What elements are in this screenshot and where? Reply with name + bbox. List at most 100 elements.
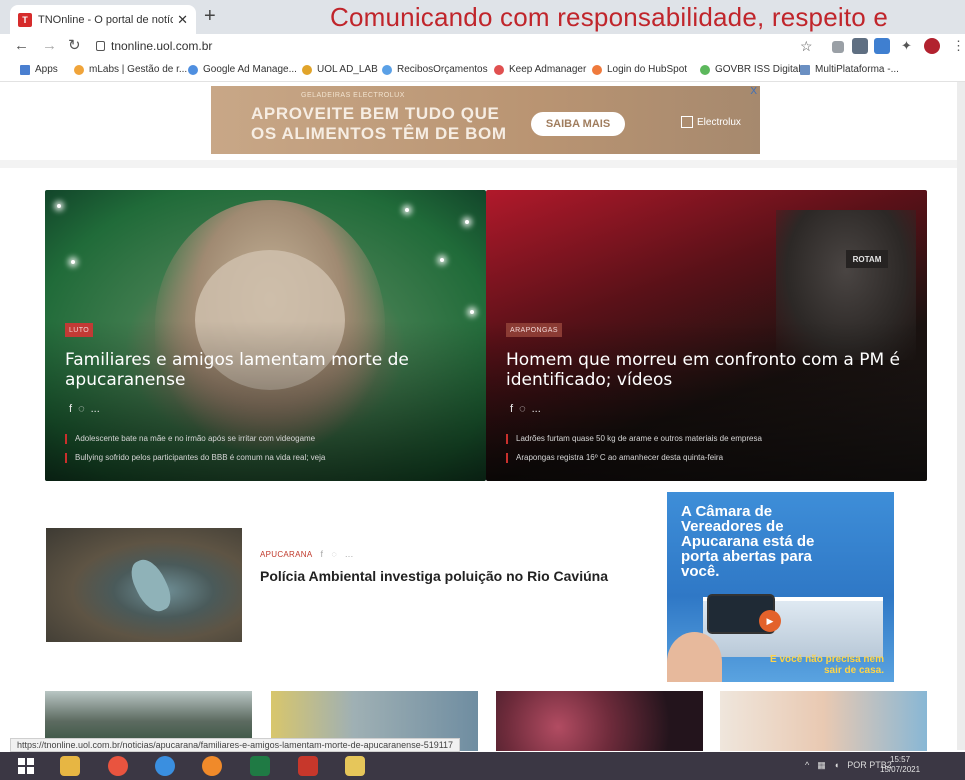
whatsapp-icon[interactable]: ◌ (78, 403, 85, 415)
polluted-water-photo (125, 554, 177, 617)
featured-card-arapongas[interactable]: ROTAM ARAPONGAS Homem que morreu em conf… (486, 190, 927, 481)
camara-ad-subtext: E você não precisa nem sair de casa. (770, 654, 884, 676)
section-divider (0, 160, 965, 168)
share-icons: f ◌ ... (510, 403, 541, 415)
bookmark-apps[interactable]: Apps (20, 64, 58, 75)
related-link[interactable]: Adolescente bate na mãe e no irmão após … (65, 434, 475, 444)
edge-icon[interactable] (155, 756, 175, 776)
url-field[interactable]: tnonline.uol.com.br (96, 39, 212, 53)
tray-up-arrow-icon[interactable]: ^ (805, 760, 809, 771)
more-share-icon[interactable]: ... (532, 403, 541, 415)
bookmark-govbr[interactable]: GOVBR ISS Digital (700, 64, 801, 75)
electrolux-logo: Electrolux (681, 116, 741, 128)
clock-date: 15/07/2021 (880, 765, 921, 774)
category-tag[interactable]: LUTO (65, 323, 94, 337)
related-link[interactable]: Bullying sofrido pelos participantes do … (65, 453, 475, 463)
folder-icon[interactable] (345, 756, 365, 776)
ad-headline-line1: APROVEITE BEM TUDO QUE (251, 104, 500, 123)
more-share-icon[interactable]: ... (91, 403, 100, 415)
story-meta: APUCARANA f ◌ ... (260, 549, 353, 559)
hubspot-icon (592, 64, 602, 75)
govbr-icon (700, 64, 710, 75)
firefox-icon[interactable] (202, 756, 222, 776)
acrobat-icon[interactable] (298, 756, 318, 776)
camara-ad-headline: A Câmara de Vereadores de Apucarana está… (681, 503, 815, 580)
category-tag[interactable]: ARAPONGAS (506, 323, 562, 337)
keep-icon (494, 64, 504, 75)
profile-avatar[interactable] (924, 38, 940, 54)
ad-small-caption: GELADEIRAS ELECTROLUX (301, 92, 405, 99)
volume-icon[interactable]: ◖ (834, 760, 839, 771)
bookmark-uol-ad-lab[interactable]: UOL AD_LAB (302, 64, 378, 75)
related-links: Adolescente bate na mãe e no irmão após … (65, 434, 475, 472)
recibos-icon (382, 64, 392, 75)
browser-tabstrip: T TNOnline - O portal de notícias ✕ + Co… (0, 0, 965, 34)
electrolux-mark-icon (681, 116, 693, 128)
bookmarks-bar: Apps mLabs | Gestão de r... Google Ad Ma… (0, 60, 965, 82)
chrome-icon[interactable] (108, 756, 128, 776)
bookmark-multiplataforma[interactable]: MultiPlataforma -... (800, 64, 899, 75)
file-explorer-icon[interactable] (60, 756, 80, 776)
network-icon[interactable]: ▦ (817, 760, 826, 771)
url-text: tnonline.uol.com.br (111, 39, 213, 53)
tab-tnonline[interactable]: T TNOnline - O portal de notícias ✕ (10, 5, 196, 34)
page-content: GELADEIRAS ELECTROLUX APROVEITE BEM TUDO… (0, 82, 965, 751)
story-category[interactable]: APUCARANA (260, 550, 313, 559)
whatsapp-icon[interactable]: ◌ (331, 549, 337, 559)
multiplataforma-icon (800, 64, 810, 75)
slogan-overlay: Comunicando com responsabilidade, respei… (330, 2, 889, 32)
ad-saiba-mais-button[interactable]: SAIBA MAIS (531, 112, 625, 136)
facebook-icon[interactable]: f (510, 403, 513, 415)
bookmark-google-ad-manager[interactable]: Google Ad Manage... (188, 64, 297, 75)
facebook-icon[interactable]: f (69, 403, 72, 415)
police-vest-label: ROTAM (846, 250, 888, 268)
facebook-icon[interactable]: f (321, 549, 324, 559)
bookmark-hubspot[interactable]: Login do HubSpot (592, 64, 687, 75)
headline[interactable]: Familiares e amigos lamentam morte de ap… (65, 350, 465, 390)
excel-icon[interactable] (250, 756, 270, 776)
camara-ad-banner[interactable]: A Câmara de Vereadores de Apucarana está… (667, 492, 894, 682)
windows-start-icon[interactable] (18, 758, 34, 774)
related-links: Ladrões furtam quase 50 kg de arame e ou… (506, 434, 916, 472)
related-link[interactable]: Ladrões furtam quase 50 kg de arame e ou… (506, 434, 916, 444)
news-thumbnail-virus[interactable] (496, 691, 703, 751)
extension-blue-icon[interactable] (874, 38, 890, 54)
mlabs-icon (74, 64, 84, 75)
electrolux-ad-banner[interactable]: GELADEIRAS ELECTROLUX APROVEITE BEM TUDO… (211, 86, 760, 154)
story-thumbnail[interactable] (46, 528, 242, 642)
headline[interactable]: Homem que morreu em confronto com a PM é… (506, 350, 906, 390)
back-arrow-icon[interactable]: ← (14, 37, 29, 55)
news-thumbnail-vaccine[interactable] (720, 691, 927, 751)
tnonline-favicon-icon: T (18, 12, 32, 27)
system-tray[interactable]: ^ ▦ ◖ POR PTB2 (805, 760, 892, 771)
bookmark-star-icon[interactable]: ☆ (800, 37, 813, 55)
reload-icon[interactable]: ↻ (68, 37, 81, 55)
sparkle-icon (405, 208, 409, 212)
close-tab-icon[interactable]: ✕ (177, 12, 188, 28)
sparkle-icon (465, 220, 469, 224)
more-share-icon[interactable]: ... (345, 549, 353, 559)
story-headline[interactable]: Polícia Ambiental investiga poluição no … (260, 568, 608, 584)
taskbar-clock[interactable]: 15:57 15/07/2021 (880, 755, 920, 775)
ad-headline-line2: OS ALIMENTOS TÊM DE BOM (251, 124, 507, 143)
ad-close-icon[interactable]: X (750, 86, 757, 97)
page-scroll-gutter[interactable] (957, 82, 965, 750)
lock-icon (96, 41, 105, 51)
uol-icon (302, 64, 312, 75)
bookmark-mlabs[interactable]: mLabs | Gestão de r... (74, 64, 187, 75)
related-link[interactable]: Arapongas registra 16º C ao amanhecer de… (506, 453, 916, 463)
extensions-puzzle-icon[interactable]: ✦ (901, 37, 912, 55)
extension-camera-icon[interactable] (832, 41, 844, 53)
extension-grid-icon[interactable] (852, 38, 868, 54)
bookmark-recibos[interactable]: RecibosOrçamentos (382, 64, 488, 75)
bookmark-keep-admanager[interactable]: Keep Admanager (494, 64, 586, 75)
new-tab-button[interactable]: + (204, 6, 216, 26)
sparkle-icon (71, 260, 75, 264)
chrome-menu-icon[interactable]: ⋮ (952, 37, 965, 55)
forward-arrow-icon[interactable]: → (42, 37, 57, 55)
address-bar-row: ← → ↻ tnonline.uol.com.br ☆ ✦ ⋮ (0, 34, 965, 60)
whatsapp-icon[interactable]: ◌ (519, 403, 526, 415)
featured-card-luto[interactable]: LUTO Familiares e amigos lamentam morte … (45, 190, 486, 481)
sparkle-icon (440, 258, 444, 262)
apps-grid-icon (20, 64, 30, 75)
